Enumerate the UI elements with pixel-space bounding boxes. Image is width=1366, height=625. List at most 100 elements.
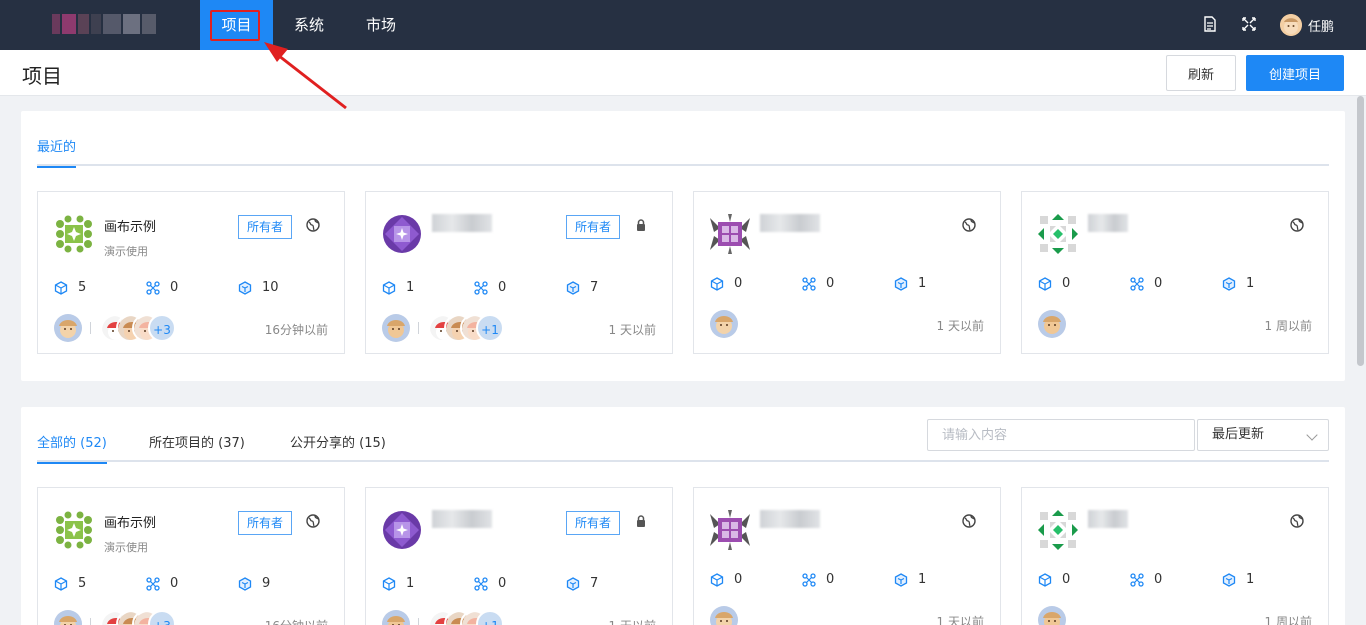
project-card[interactable]: 0 0 1 1 周以前 (1021, 191, 1329, 354)
tab-public[interactable]: 公开分享的 (15) (290, 432, 386, 462)
lock-icon (634, 514, 648, 528)
tab-recent[interactable]: 最近的 (37, 136, 77, 168)
chevron-down-icon (1306, 429, 1318, 441)
create-project-button[interactable]: 创建项目 (1246, 55, 1344, 91)
cube-icon (54, 280, 68, 295)
cube-icon (54, 576, 68, 591)
project-name[interactable]: 画布示例 (104, 216, 156, 235)
project-card[interactable]: 0 0 1 1 天以前 (693, 191, 1001, 354)
globe-icon (306, 218, 320, 232)
project-logo (1038, 214, 1078, 254)
package-icon (566, 280, 580, 295)
asset-count: 1 (894, 276, 926, 291)
scrollbar[interactable] (1357, 96, 1364, 366)
project-description: 演示使用 (104, 245, 148, 258)
package-icon (1222, 572, 1236, 587)
nav-item-market[interactable]: 市场 (350, 0, 412, 50)
redacted-project-name (1088, 214, 1128, 232)
document-icon[interactable] (1201, 15, 1221, 35)
asset-count: 7 (566, 280, 598, 295)
more-members-count[interactable]: +1 (476, 610, 504, 625)
asset-count: 1 (894, 572, 926, 587)
workflow-icon (146, 576, 160, 591)
workflow-icon (474, 576, 488, 591)
model-count: 0 (710, 572, 742, 587)
page-title: 项目 (22, 64, 62, 88)
project-logo (54, 214, 94, 254)
project-card[interactable]: 画布示例 演示使用 所有者 5 0 10 +3 16分钟以前 (37, 191, 345, 354)
cube-icon (710, 276, 724, 291)
workflow-count: 0 (1130, 276, 1162, 291)
sort-select-value: 最后更新 (1212, 427, 1265, 442)
workflow-count: 0 (146, 280, 178, 295)
all-projects-panel: 全部的 (52) 所在项目的 (37) 公开分享的 (15) 最后更新 画布示例… (21, 407, 1345, 625)
project-card[interactable]: 所有者 1 0 7 +1 1 天以前 (365, 487, 673, 625)
search-input[interactable] (927, 419, 1195, 451)
updated-time: 1 天以前 (608, 323, 656, 337)
cube-icon (710, 572, 724, 587)
updated-time: 1 天以前 (609, 617, 656, 625)
asset-count: 9 (238, 576, 270, 591)
updated-time: 16分钟以前 (265, 617, 328, 625)
nav-item-system[interactable]: 系统 (278, 0, 340, 50)
owner-avatar (1038, 606, 1066, 625)
tab-all[interactable]: 全部的 (52) (37, 432, 107, 464)
globe-icon (962, 514, 976, 528)
lock-icon (634, 218, 648, 232)
workflow-count: 0 (474, 280, 506, 295)
owner-avatar (1038, 310, 1066, 338)
model-count: 1 (382, 280, 414, 295)
project-card[interactable]: 所有者 1 0 7 +1 1 天以前 (365, 191, 673, 354)
project-name[interactable]: 画布示例 (104, 512, 156, 531)
package-icon (894, 276, 908, 291)
workflow-count: 0 (474, 576, 506, 591)
redacted-project-name (760, 510, 820, 528)
model-count: 5 (54, 576, 86, 591)
project-card[interactable]: 画布示例演示使用 所有者 5 0 9 +3 16分钟以前 (37, 487, 345, 625)
more-members-count[interactable]: +1 (476, 314, 504, 342)
workflow-icon (1130, 572, 1144, 587)
owner-avatar (710, 310, 738, 338)
owner-avatar (710, 606, 738, 625)
model-count: 0 (710, 276, 742, 291)
nav-item-projects[interactable]: 项目 (200, 0, 273, 50)
refresh-button[interactable]: 刷新 (1166, 55, 1236, 91)
asset-count: 10 (238, 280, 279, 295)
globe-icon (1290, 218, 1304, 232)
owner-avatar (382, 314, 410, 342)
avatar-divider (90, 618, 91, 625)
redacted-project-name (432, 510, 492, 528)
app-logo[interactable] (52, 14, 156, 34)
top-navigation-bar: 项目 系统 市场 任鹏 (0, 0, 1366, 50)
page-header: 项目 刷新 创建项目 (0, 50, 1366, 96)
user-menu[interactable]: 任鹏 (1280, 12, 1334, 38)
model-count: 5 (54, 280, 86, 295)
package-icon (238, 280, 252, 295)
package-icon (566, 576, 580, 591)
role-badge: 所有者 (566, 215, 620, 239)
nav-item-label: 市场 (365, 16, 396, 34)
recent-tabs: 最近的 (37, 136, 1329, 168)
more-members-count[interactable]: +3 (148, 610, 176, 625)
cube-icon (382, 576, 396, 591)
project-logo (382, 214, 422, 254)
avatar-divider (90, 322, 91, 334)
sort-select[interactable]: 最后更新 (1197, 419, 1329, 451)
workflow-icon (1130, 276, 1144, 291)
tab-member[interactable]: 所在项目的 (37) (149, 432, 245, 462)
fullscreen-icon[interactable] (1240, 15, 1260, 35)
updated-time: 1 天以前 (936, 319, 984, 333)
cube-icon (382, 280, 396, 295)
project-card[interactable]: 0 0 1 1 天以前 (693, 487, 1001, 625)
project-description: 演示使用 (104, 541, 148, 554)
more-members-count[interactable]: +3 (148, 314, 176, 342)
project-logo (710, 214, 750, 254)
redacted-project-name (1088, 510, 1128, 528)
project-card[interactable]: 0 0 1 1 周以前 (1021, 487, 1329, 625)
recent-panel: 最近的 画布示例 演示使用 所有者 5 0 10 +3 16分钟以前 所有者 1 0 7 +1 1 天以前… (21, 111, 1345, 381)
avatar (1280, 14, 1302, 36)
cube-icon (1038, 572, 1052, 587)
updated-time: 1 周以前 (1264, 319, 1312, 333)
workflow-icon (802, 276, 816, 291)
workflow-icon (802, 572, 816, 587)
